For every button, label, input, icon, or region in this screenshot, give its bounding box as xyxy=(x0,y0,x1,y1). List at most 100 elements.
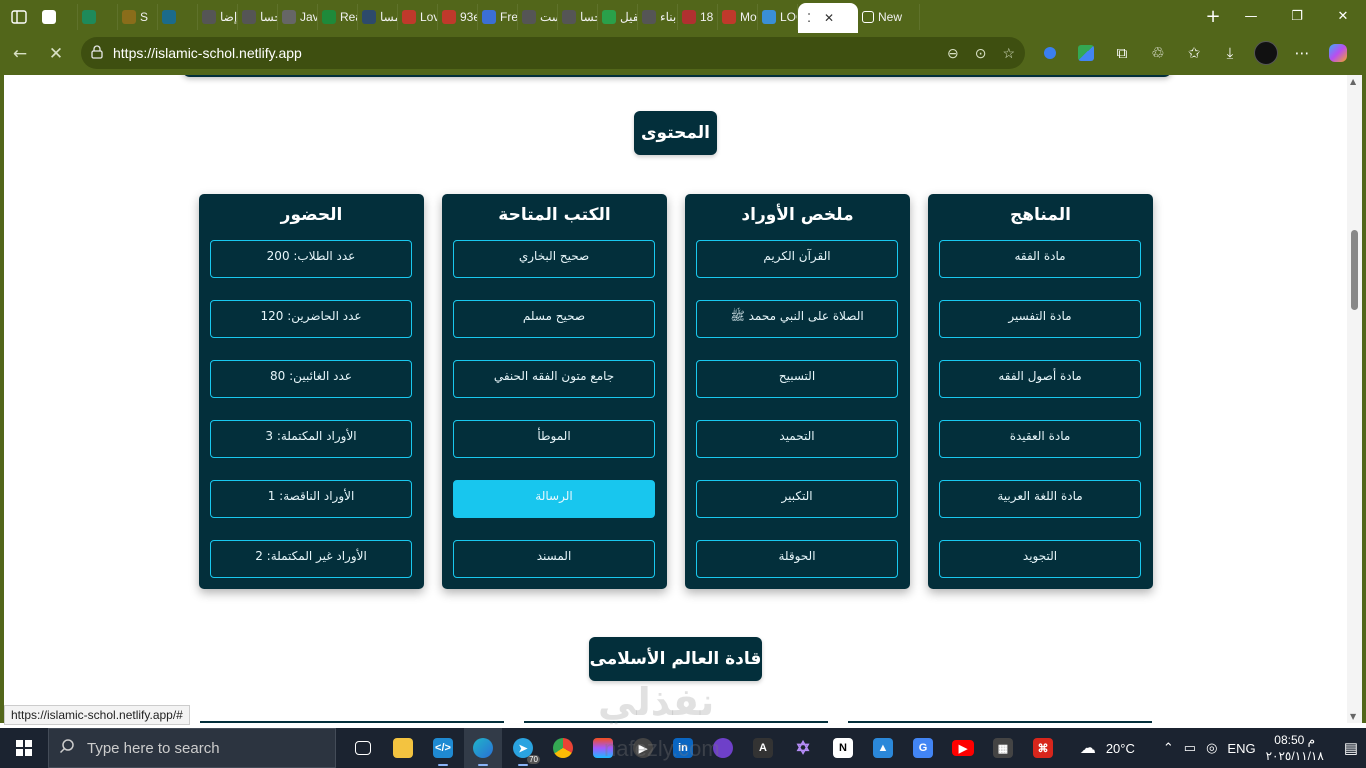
browser-tab[interactable]: LOG xyxy=(758,3,798,30)
browser-tab[interactable]: New xyxy=(858,3,920,30)
clock[interactable]: 08:50 م ٢٠٢٥/١١/١٨ xyxy=(1266,732,1324,764)
weather-icon[interactable]: ☁ xyxy=(1080,738,1096,758)
close-tab-icon[interactable]: ✕ xyxy=(824,11,834,25)
card-item-button[interactable]: عدد الطلاب: 200 xyxy=(210,240,412,278)
card-item-button[interactable]: عدد الحاضرين: 120 xyxy=(210,300,412,338)
favorites-icon[interactable]: ✩ xyxy=(1178,37,1210,69)
settings-more-icon[interactable]: ⋯ xyxy=(1286,37,1318,69)
browser-tab[interactable]: كفيل xyxy=(598,3,638,30)
restore-icon[interactable]: ❐ xyxy=(1274,0,1320,33)
weather-temp[interactable]: 20°C xyxy=(1106,741,1135,756)
edge-icon[interactable] xyxy=(464,728,502,768)
chrome-icon[interactable] xyxy=(544,728,582,768)
scrollbar-thumb[interactable] xyxy=(1351,230,1358,310)
close-window-icon[interactable]: ✕ xyxy=(1320,0,1366,33)
star-app-icon[interactable]: ✡ xyxy=(784,728,822,768)
browser-tab[interactable]: Java xyxy=(278,3,318,30)
blue-dot-icon[interactable] xyxy=(1034,37,1066,69)
address-bar[interactable]: https://islamic-schol.netlify.app ⊖ ⊙ ☆ xyxy=(81,37,1025,69)
active-tab[interactable]: ⁚ ✕ xyxy=(798,3,858,33)
browser-tab[interactable]: حسا xyxy=(558,3,598,30)
browser-tab[interactable]: مست xyxy=(518,3,558,30)
card-item-button[interactable]: مادة أصول الفقه xyxy=(939,360,1141,398)
stop-loading-icon[interactable]: ✕ xyxy=(38,36,74,72)
card-item-button[interactable]: جامع متون الفقه الحنفي xyxy=(453,360,655,398)
notion-icon[interactable]: N xyxy=(824,728,862,768)
sidebar-toggle-icon[interactable] xyxy=(0,0,38,33)
translate-extension-icon[interactable] xyxy=(1070,37,1102,69)
browser-tab[interactable]: 18 أ xyxy=(678,3,718,30)
card-item-button[interactable]: التكبير xyxy=(696,480,898,518)
task-view-icon[interactable] xyxy=(344,728,382,768)
browser-tab[interactable]: 93e0 xyxy=(438,3,478,30)
back-arrow-icon[interactable]: ← xyxy=(2,36,38,72)
card-item-button[interactable]: الأوراد الناقصة: 1 xyxy=(210,480,412,518)
minimize-icon[interactable]: — xyxy=(1228,0,1274,33)
w-icon xyxy=(322,9,336,24)
card-item-button[interactable]: صحيح البخاري xyxy=(453,240,655,278)
downloads-icon[interactable]: ⤓ xyxy=(1214,37,1246,69)
calculator-icon[interactable]: ▦ xyxy=(984,728,1022,768)
file-explorer-icon[interactable] xyxy=(384,728,422,768)
card-item-button[interactable]: الرسالة xyxy=(453,480,655,518)
pdf-icon[interactable]: ⌘ xyxy=(1024,728,1062,768)
browser-tab[interactable]: حسا xyxy=(238,3,278,30)
card-item-button[interactable]: صحيح مسلم xyxy=(453,300,655,338)
browser-tab[interactable]: بناء xyxy=(638,3,678,30)
card-item-button[interactable]: الصلاة على النبي محمد ﷺ xyxy=(696,300,898,338)
favorite-star-icon[interactable]: ☆ xyxy=(1002,45,1015,62)
card-item-button[interactable]: عدد الغائبين: 80 xyxy=(210,360,412,398)
text-app-icon[interactable]: A xyxy=(744,728,782,768)
browser-tab[interactable]: Mo xyxy=(718,3,758,30)
browser-tab[interactable]: إضا xyxy=(198,3,238,30)
card-item-button[interactable]: مادة الفقه xyxy=(939,240,1141,278)
card-item-list: القرآن الكريم الصلاة على النبي محمد ﷺ التس… xyxy=(696,240,898,600)
browser-tab[interactable]: Read xyxy=(318,3,358,30)
card-item-button[interactable]: الحوقلة xyxy=(696,540,898,578)
chevron-up-icon[interactable]: ⌃ xyxy=(1163,740,1174,756)
browser-tab[interactable] xyxy=(38,3,78,30)
vscode-icon[interactable]: </> xyxy=(424,728,462,768)
extensions-puzzle-icon[interactable]: ⧉ xyxy=(1106,37,1138,69)
profile-avatar[interactable] xyxy=(1250,37,1282,69)
page-scrollbar[interactable]: ▲ ▼ xyxy=(1347,75,1362,723)
telegram-icon[interactable]: ➤ 70 xyxy=(504,728,542,768)
scroll-down-icon[interactable]: ▼ xyxy=(1350,712,1356,721)
start-button[interactable] xyxy=(0,728,48,768)
search-icon xyxy=(59,738,75,758)
taskbar-search[interactable]: Type here to search xyxy=(48,728,336,768)
new-tab-plus-icon[interactable]: + xyxy=(1198,6,1228,27)
card-item-button[interactable]: الأوراد المكتملة: 3 xyxy=(210,420,412,458)
card-item-button[interactable]: التجويد xyxy=(939,540,1141,578)
scroll-up-icon[interactable]: ▲ xyxy=(1350,77,1356,86)
card-item-button[interactable]: التحميد xyxy=(696,420,898,458)
language-indicator[interactable]: ENG xyxy=(1227,741,1255,756)
card-item-button[interactable]: القرآن الكريم xyxy=(696,240,898,278)
performance-icon[interactable]: ♲ xyxy=(1142,37,1174,69)
card-item-button[interactable]: مادة العقيدة xyxy=(939,420,1141,458)
page-icon xyxy=(202,9,216,24)
card-item-list: عدد الطلاب: 200 عدد الحاضرين: 120 عدد الغا… xyxy=(210,240,412,600)
battery-icon[interactable]: ▭ xyxy=(1184,740,1196,756)
card-item-button[interactable]: الأوراد غير المكتملة: 2 xyxy=(210,540,412,578)
youtube-icon[interactable]: ▶ xyxy=(944,728,982,768)
zoom-out-icon[interactable]: ⊖ xyxy=(947,45,959,62)
card-item-button[interactable]: الموطأ xyxy=(453,420,655,458)
google-translate-icon[interactable]: G xyxy=(904,728,942,768)
network-icon[interactable]: ◎ xyxy=(1206,740,1217,756)
browser-tab[interactable] xyxy=(78,3,118,30)
browser-tab[interactable] xyxy=(158,3,198,30)
card-item-button[interactable]: المسند xyxy=(453,540,655,578)
card-item-button[interactable]: التسبيح xyxy=(696,360,898,398)
browser-tab[interactable]: Lova xyxy=(398,3,438,30)
browser-tab[interactable]: S xyxy=(118,3,158,30)
photos-icon[interactable]: ▲ xyxy=(864,728,902,768)
card-item-button[interactable]: مادة اللغة العربية xyxy=(939,480,1141,518)
browser-tab[interactable]: مسا xyxy=(358,3,398,30)
notifications-icon[interactable]: ▤ xyxy=(1344,739,1358,757)
browser-tab[interactable]: Free xyxy=(478,3,518,30)
browser-tab-strip: S إضا حسا Java Read مسا Lova 93e0 Free مست حسا كفيل… xyxy=(0,0,1366,33)
copilot-icon[interactable] xyxy=(1322,37,1354,69)
card-item-button[interactable]: مادة التفسير xyxy=(939,300,1141,338)
more-options-icon[interactable]: ⊙ xyxy=(975,45,987,62)
